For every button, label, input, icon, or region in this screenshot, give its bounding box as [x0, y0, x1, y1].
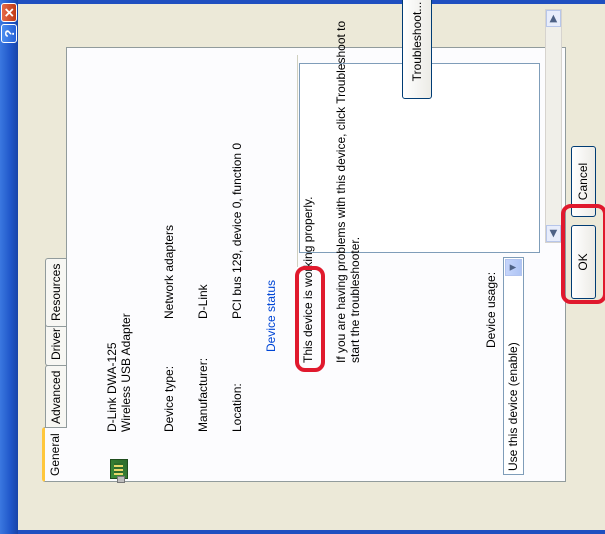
- device-usage-select[interactable]: Use this device (enable) ▼: [503, 257, 524, 475]
- troubleshoot-button[interactable]: Troubleshoot...: [402, 0, 432, 99]
- tab-advanced[interactable]: Advanced: [45, 364, 66, 430]
- device-type-label: Device type:: [162, 365, 176, 432]
- device-properties-dialog: ? ✕ General Advanced Driver Resources D-…: [0, 0, 605, 534]
- manufacturer-label: Manufacturer:: [196, 357, 210, 432]
- network-adapter-icon: [110, 459, 128, 479]
- device-name: D-Link DWA-125: [105, 342, 119, 432]
- chevron-down-icon[interactable]: ▼: [505, 259, 522, 276]
- tab-driver[interactable]: Driver: [45, 322, 66, 366]
- title-bar: ? ✕: [0, 0, 18, 534]
- device-type-value: Network adapters: [162, 224, 176, 319]
- window-frame-left: [18, 530, 605, 534]
- status-line-working: This device is working properly.: [301, 196, 315, 363]
- device-usage-label: Device usage:: [484, 271, 498, 348]
- device-description: Wireless USB Adapter: [119, 313, 133, 432]
- group-divider: [297, 55, 298, 267]
- scroll-right-icon[interactable]: ▶: [546, 10, 561, 27]
- scroll-left-icon[interactable]: ◀: [546, 225, 561, 242]
- status-horizontal-scrollbar[interactable]: ◀ ▶: [545, 9, 562, 243]
- status-line-problems: If you are having problems with this dev…: [334, 20, 348, 363]
- tab-general[interactable]: General: [42, 427, 67, 482]
- close-button[interactable]: ✕: [1, 3, 17, 22]
- help-button[interactable]: ?: [1, 24, 17, 43]
- device-status-heading: Device status: [264, 279, 278, 352]
- tab-resources[interactable]: Resources: [45, 257, 66, 327]
- cancel-button[interactable]: Cancel: [571, 146, 596, 217]
- device-usage-value: Use this device (enable): [506, 342, 520, 471]
- status-line-troubleshooter: start the troubleshooter.: [348, 236, 362, 363]
- ok-button[interactable]: OK: [571, 225, 596, 299]
- location-value: PCI bus 129, device 0, function 0: [230, 142, 244, 319]
- location-label: Location:: [230, 383, 244, 432]
- window-frame-right: [18, 0, 605, 4]
- manufacturer-value: D-Link: [196, 284, 210, 319]
